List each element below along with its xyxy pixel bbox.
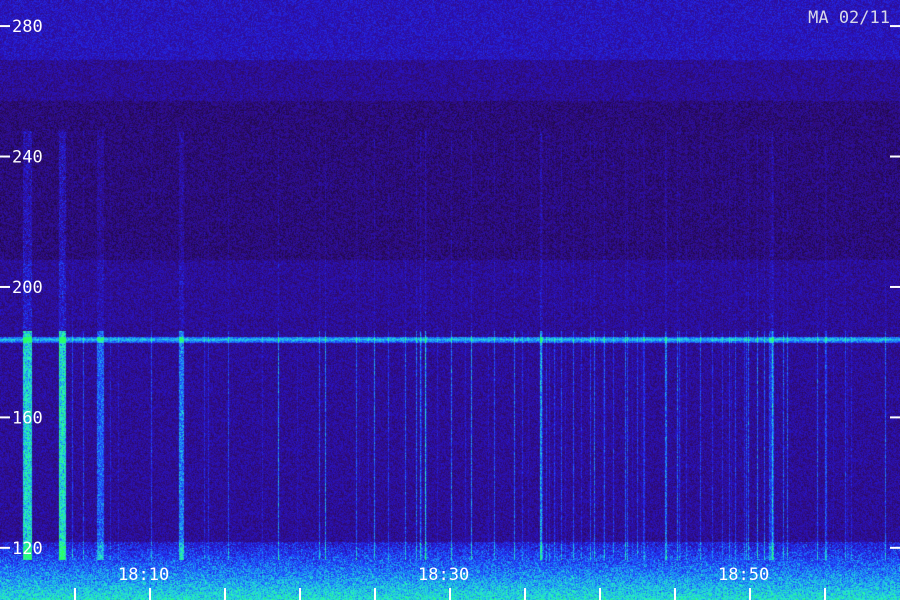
y-axis-right <box>890 25 900 549</box>
y-tick-label: 240 <box>12 148 43 168</box>
x-axis: 18:10 18:30 18:50 <box>74 565 826 600</box>
y-tick-label: 120 <box>12 539 43 559</box>
x-tick-label: 18:10 <box>118 565 169 585</box>
y-axis-left: 120 160 200 240 280 <box>0 17 43 559</box>
y-tick-label: 160 <box>12 408 43 428</box>
spectrogram-panel: 120 160 200 240 280 18:10 18:30 18:50 MA 02/11 <box>0 0 900 600</box>
x-tick-label: 18:30 <box>418 565 469 585</box>
y-tick-label: 200 <box>12 278 43 298</box>
y-tick-label: 280 <box>12 17 43 37</box>
x-tick-label: 18:50 <box>718 565 769 585</box>
spectrogram-overlay: 120 160 200 240 280 18:10 18:30 18:50 MA 02/11 <box>0 8 900 600</box>
station-date-label: MA 02/11 <box>808 8 890 28</box>
